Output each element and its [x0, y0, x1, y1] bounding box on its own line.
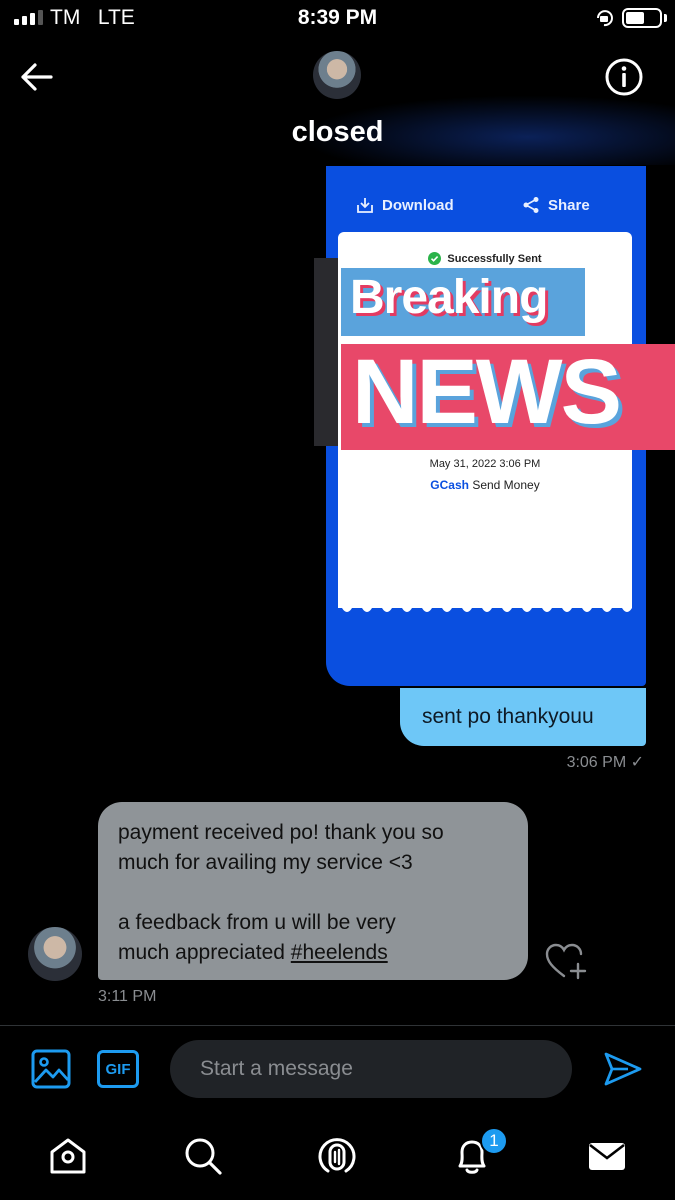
- sent-message-text: sent po thankyouu: [422, 705, 594, 728]
- received-line: payment received po! thank you so: [118, 821, 444, 844]
- hashtag-link[interactable]: #heelends: [291, 941, 388, 964]
- nav-spaces[interactable]: [315, 1134, 359, 1178]
- news-text: NEWS: [352, 341, 622, 443]
- sent-timestamp: 3:06 PM ✓: [566, 754, 644, 771]
- gcash-brand: GCash: [430, 478, 469, 492]
- rotation-lock-icon: [597, 10, 613, 27]
- receipt-share: Share: [522, 196, 590, 214]
- back-button[interactable]: [14, 55, 58, 99]
- home-icon: [50, 1138, 86, 1174]
- success-text: Successfully Sent: [447, 252, 542, 265]
- info-button[interactable]: [602, 55, 646, 99]
- sent-message-bubble[interactable]: sent po thankyouu: [400, 688, 646, 746]
- avatar[interactable]: [313, 51, 361, 99]
- overlay-shadow: [314, 258, 338, 446]
- sender-avatar[interactable]: [28, 927, 82, 981]
- received-timestamp: 3:11 PM: [98, 988, 157, 1005]
- status-time: 8:39 PM: [297, 6, 378, 29]
- receipt-method: GCash Send Money: [338, 478, 632, 492]
- receipt-date: May 31, 2022 3:06 PM: [429, 458, 541, 470]
- nav-messages[interactable]: [585, 1134, 629, 1178]
- received-message-bubble[interactable]: payment received po! thank you so much f…: [98, 802, 528, 980]
- composer-divider: [0, 1025, 675, 1026]
- nav-home[interactable]: [46, 1134, 90, 1178]
- search-icon: [185, 1138, 222, 1175]
- received-line-text: much appreciated: [118, 941, 291, 964]
- conversation-title: closed: [291, 116, 384, 148]
- check-circle-icon: [428, 252, 442, 265]
- breaking-text: Breaking: [350, 271, 548, 324]
- spaces-icon: [318, 1138, 356, 1173]
- info-icon: [605, 58, 643, 96]
- heart-react-icon[interactable]: [544, 942, 588, 980]
- success-status: Successfully Sent: [338, 252, 632, 265]
- image-icon[interactable]: [30, 1048, 72, 1090]
- notification-count-badge: 1: [480, 1127, 508, 1155]
- method-label: Send Money: [472, 478, 540, 492]
- back-arrow-icon: [21, 63, 53, 91]
- battery-tip: [664, 14, 667, 22]
- gif-button[interactable]: GIF: [97, 1050, 139, 1088]
- status-bar: TM LTE 8:39 PM: [0, 0, 675, 40]
- share-icon: [523, 197, 539, 213]
- receipt-zigzag-edge: [338, 602, 632, 612]
- message-input[interactable]: [170, 1040, 572, 1098]
- download-icon: [357, 198, 373, 213]
- battery-icon: [622, 8, 662, 28]
- nav-search[interactable]: [181, 1134, 225, 1178]
- received-line: a feedback from u will be very: [118, 911, 396, 934]
- send-icon[interactable]: [602, 1048, 644, 1090]
- received-line: much appreciated #heelends: [118, 938, 508, 968]
- share-label: Share: [548, 196, 590, 214]
- download-label: Download: [382, 196, 454, 214]
- received-line: much for availing my service <3: [118, 851, 413, 874]
- receipt-download: Download: [356, 196, 454, 214]
- messages-icon: [589, 1143, 625, 1170]
